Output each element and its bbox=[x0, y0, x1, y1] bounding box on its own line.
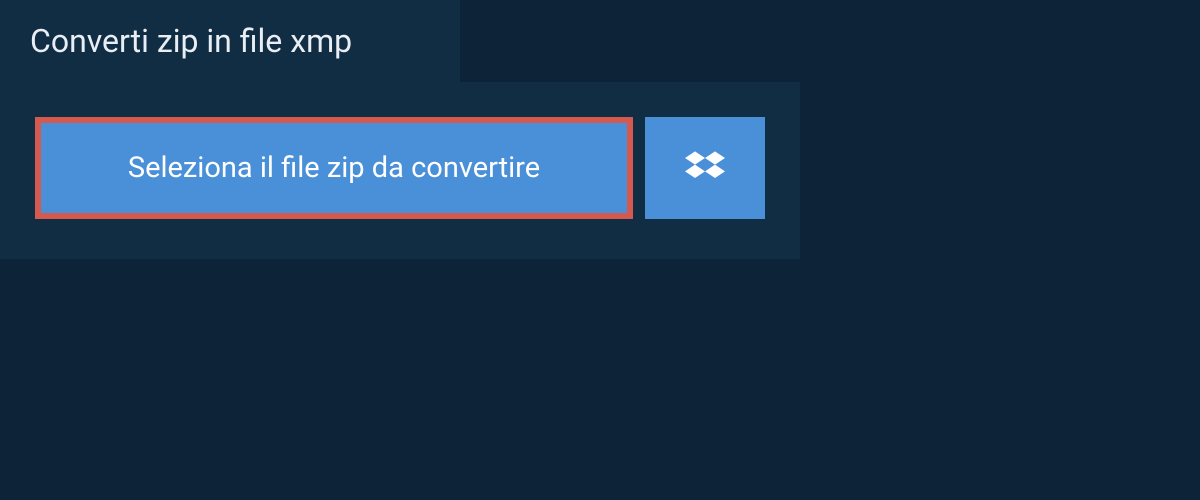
select-file-button[interactable]: Seleziona il file zip da convertire bbox=[35, 117, 633, 219]
button-row: Seleziona il file zip da convertire bbox=[35, 117, 765, 219]
dropbox-icon bbox=[685, 148, 725, 188]
main-panel: Seleziona il file zip da convertire bbox=[0, 82, 800, 259]
select-file-label: Seleziona il file zip da convertire bbox=[128, 151, 540, 185]
dropbox-button[interactable] bbox=[645, 117, 765, 219]
page-title: Converti zip in file xmp bbox=[30, 22, 352, 60]
page-title-tab: Converti zip in file xmp bbox=[0, 0, 460, 82]
